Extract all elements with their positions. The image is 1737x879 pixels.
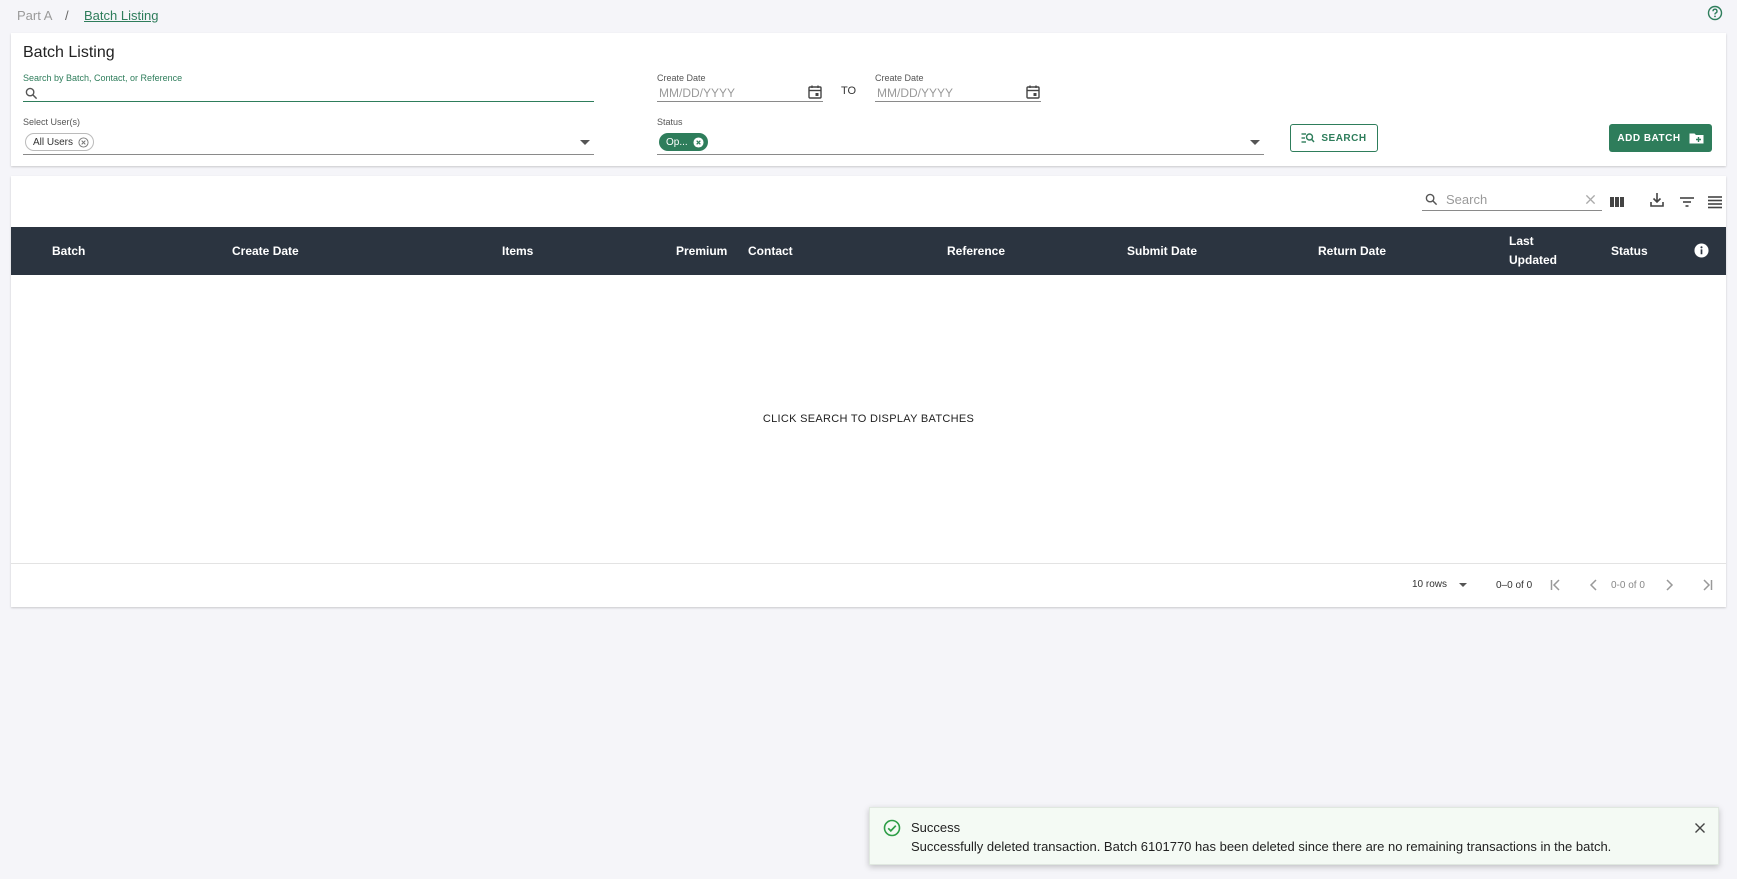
first-page-icon[interactable]	[1548, 577, 1564, 593]
dropdown-caret-icon[interactable]	[1250, 140, 1260, 145]
dropdown-caret-icon[interactable]	[580, 140, 590, 145]
chip-remove-icon[interactable]	[693, 136, 704, 148]
batch-table-panel: Batch Create Date Items Premium Contact …	[11, 176, 1726, 607]
folder-add-icon	[1689, 133, 1704, 144]
calendar-icon[interactable]	[807, 84, 823, 100]
search-button[interactable]: SEARCH	[1290, 124, 1378, 152]
create-date-from-label: Create Date	[657, 73, 706, 83]
status-chip: Op...	[659, 133, 708, 151]
page-title: Batch Listing	[23, 44, 115, 61]
create-date-to-label: Create Date	[875, 73, 924, 83]
prev-page-icon[interactable]	[1586, 577, 1602, 593]
rows-per-page-select[interactable]: 10 rows	[1412, 579, 1468, 590]
column-header-reference[interactable]: Reference	[947, 227, 1005, 275]
toast-title: Success	[911, 820, 961, 835]
table-search-input[interactable]	[1444, 190, 1574, 208]
create-date-to-input[interactable]	[875, 84, 1015, 101]
empty-state-message: CLICK SEARCH TO DISPLAY BATCHES	[762, 413, 975, 425]
next-page-icon[interactable]	[1661, 577, 1677, 593]
batch-search-input[interactable]	[43, 84, 583, 101]
help-icon[interactable]	[1707, 5, 1723, 21]
users-chip-label: All Users	[33, 136, 74, 148]
search-button-label: SEARCH	[1321, 132, 1367, 144]
users-select[interactable]: All Users	[23, 131, 594, 155]
add-batch-button[interactable]: ADD BATCH	[1609, 124, 1712, 152]
top-bar: Part A / Batch Listing	[0, 0, 1737, 32]
download-icon[interactable]	[1648, 191, 1666, 209]
pagination-range: 0–0 of 0	[1496, 580, 1533, 591]
success-toast: Success Successfully deleted transaction…	[869, 807, 1719, 865]
column-header-last-updated-line2: Updated	[1509, 253, 1557, 267]
breadcrumb-parent[interactable]: Part A	[17, 8, 52, 23]
column-header-return-date[interactable]: Return Date	[1318, 227, 1386, 275]
table-search-field[interactable]	[1422, 189, 1602, 211]
close-icon[interactable]	[1694, 822, 1706, 834]
column-header-create-date[interactable]: Create Date	[232, 227, 299, 275]
status-chip-label: Op...	[666, 136, 688, 148]
column-header-status[interactable]: Status	[1611, 227, 1648, 275]
density-icon[interactable]	[1706, 193, 1724, 211]
chip-remove-icon[interactable]	[78, 136, 89, 148]
users-label: Select User(s)	[23, 117, 81, 127]
batch-search-field[interactable]	[23, 84, 594, 102]
status-select[interactable]: Op...	[657, 131, 1264, 155]
create-date-to-field[interactable]	[875, 84, 1041, 102]
calendar-icon[interactable]	[1025, 84, 1041, 100]
date-range-to: TO	[841, 85, 857, 97]
create-date-from-input[interactable]	[657, 84, 797, 101]
pagination-page-of: 0-0 of 0	[1611, 580, 1645, 591]
column-header-batch[interactable]: Batch	[52, 227, 85, 275]
search-label: Search by Batch, Contact, or Reference	[23, 73, 183, 83]
dropdown-caret-icon	[1459, 582, 1468, 587]
toast-message: Successfully deleted transaction. Batch …	[911, 839, 1612, 854]
column-header-premium[interactable]: Premium	[676, 227, 727, 275]
clear-icon[interactable]	[1585, 194, 1596, 205]
users-chip: All Users	[25, 133, 95, 151]
info-icon[interactable]	[1694, 243, 1709, 258]
search-icon	[25, 87, 38, 100]
rows-per-page-label: 10 rows	[1412, 579, 1448, 590]
columns-icon[interactable]	[1608, 193, 1626, 211]
search-list-icon	[1301, 133, 1315, 143]
breadcrumb-separator: /	[65, 8, 69, 23]
add-batch-button-label: ADD BATCH	[1617, 132, 1681, 144]
check-circle-icon	[883, 819, 901, 837]
column-header-items[interactable]: Items	[502, 227, 533, 275]
column-header-submit-date[interactable]: Submit Date	[1127, 227, 1197, 275]
filter-panel: Batch Listing Search by Batch, Contact, …	[11, 33, 1726, 166]
column-header-last-updated-line1: Last	[1509, 234, 1534, 248]
status-label: Status	[657, 117, 683, 127]
create-date-from-field[interactable]	[657, 84, 823, 102]
search-icon	[1425, 193, 1438, 206]
table-pagination: 10 rows 0–0 of 0 0-0 of 0	[11, 563, 1726, 607]
table-header: Batch Create Date Items Premium Contact …	[11, 227, 1726, 275]
last-page-icon[interactable]	[1699, 577, 1715, 593]
filter-icon[interactable]	[1678, 193, 1696, 211]
column-header-last-updated[interactable]: Last Updated	[1509, 227, 1557, 275]
column-header-contact[interactable]: Contact	[748, 227, 793, 275]
breadcrumb-current[interactable]: Batch Listing	[84, 8, 158, 23]
